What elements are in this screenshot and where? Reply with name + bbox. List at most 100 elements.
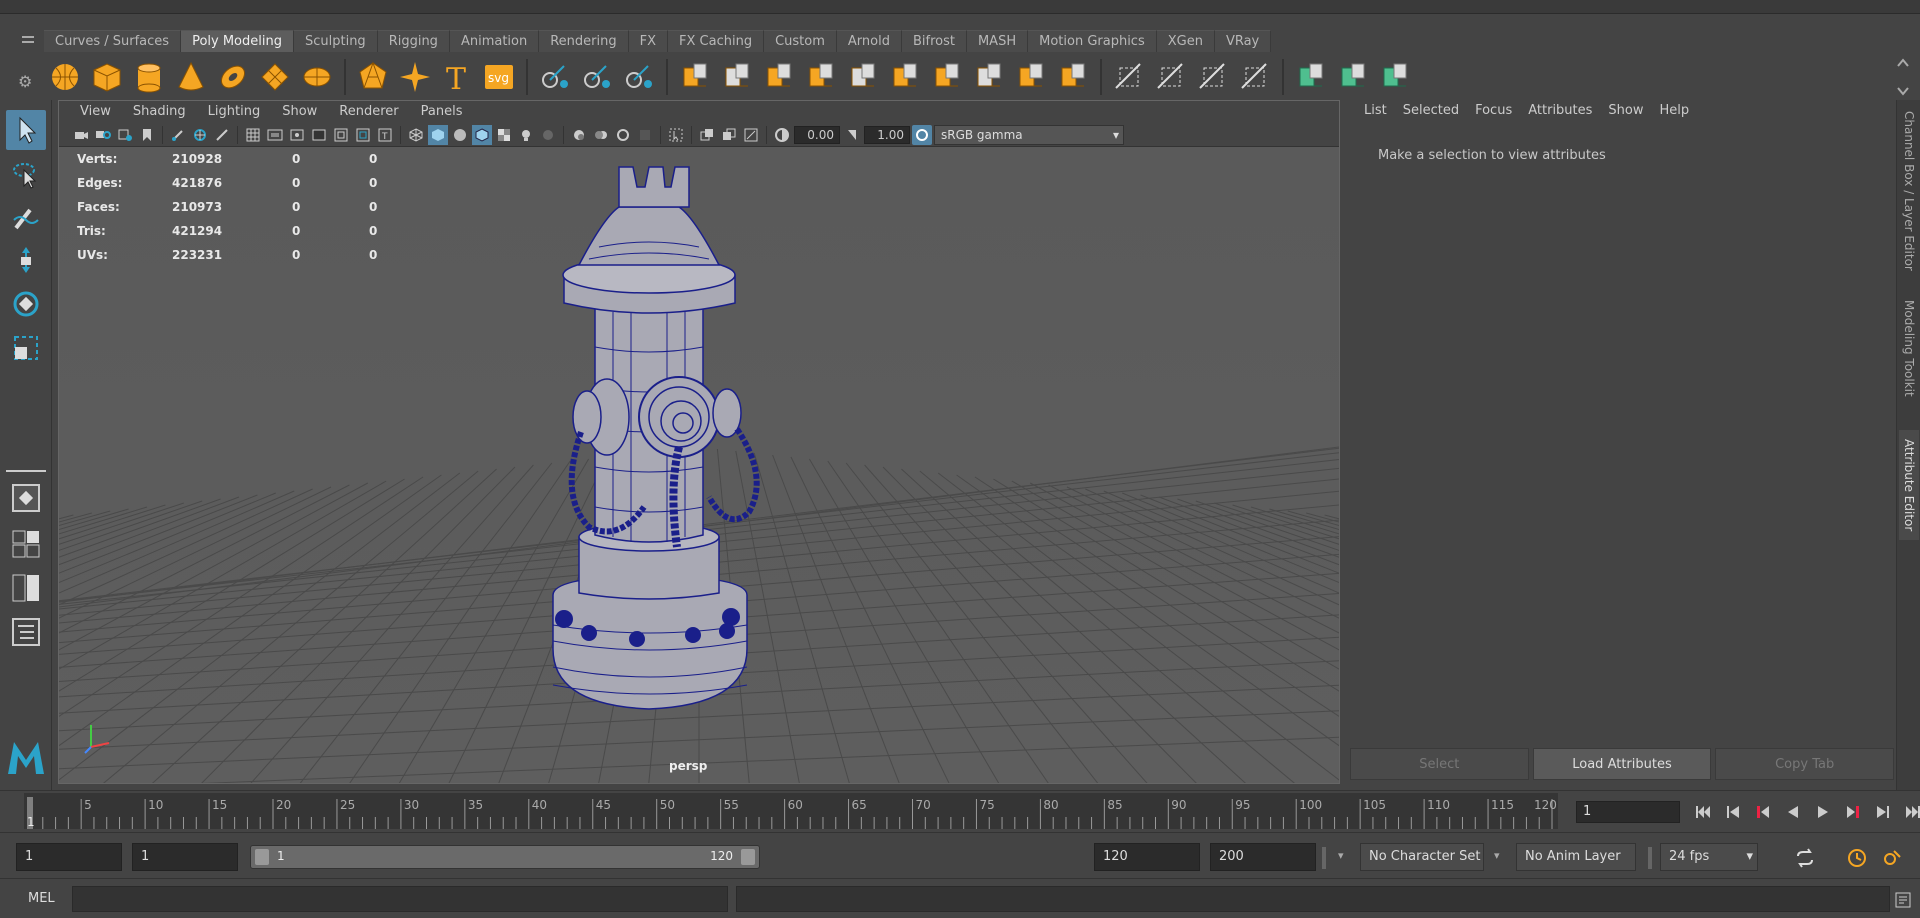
xray-active-components-icon[interactable] <box>719 125 739 145</box>
go-to-start-icon[interactable] <box>1690 799 1716 825</box>
rotate-tool-icon[interactable] <box>6 284 46 324</box>
single-pane-layout-icon[interactable] <box>6 478 46 518</box>
play-backwards-icon[interactable] <box>1780 799 1806 825</box>
shelf-tab[interactable]: XGen <box>1156 30 1215 52</box>
shelf-gear-icon[interactable]: ⚙ <box>18 72 38 92</box>
uv-editor-icon[interactable] <box>1374 56 1416 98</box>
image-plane-icon[interactable] <box>137 125 157 145</box>
depth-of-field-icon[interactable] <box>635 125 655 145</box>
two-pane-layout-icon[interactable] <box>6 568 46 608</box>
viewport-menu-item[interactable]: Panels <box>410 101 474 123</box>
viewport-menu-item[interactable]: View <box>69 101 122 123</box>
poly-plane-icon[interactable] <box>254 56 296 98</box>
grease-pencil-icon[interactable] <box>168 125 188 145</box>
camera-attributes-icon[interactable] <box>93 125 113 145</box>
film-gate-icon[interactable] <box>265 125 285 145</box>
multi-cut-icon[interactable] <box>1150 56 1192 98</box>
attribute-editor-menu-item[interactable]: Show <box>1600 100 1651 122</box>
shelf-tab[interactable]: VRay <box>1214 30 1272 52</box>
shelf-tab[interactable]: Animation <box>449 30 540 52</box>
shelf-tab[interactable]: Custom <box>764 30 837 52</box>
four-pane-layout-icon[interactable] <box>6 524 46 564</box>
booleans-icon[interactable] <box>674 56 716 98</box>
shelf-tab[interactable]: Rigging <box>377 30 450 52</box>
scale-tool-icon[interactable] <box>6 328 46 368</box>
smooth-icon[interactable] <box>618 56 660 98</box>
shadows-icon[interactable] <box>538 125 558 145</box>
append-icon[interactable] <box>968 56 1010 98</box>
timeline-track[interactable]: 5 10 15 20 25 30 35 40 45 50 55 60 65 70 75 80 85 90 95 100… <box>24 793 1558 829</box>
separate-icon[interactable] <box>576 56 618 98</box>
step-forward-frame-icon[interactable] <box>1870 799 1896 825</box>
fill-hole-icon[interactable] <box>926 56 968 98</box>
bridge-icon[interactable] <box>800 56 842 98</box>
gate-mask-icon[interactable] <box>309 125 329 145</box>
xray-icon[interactable] <box>697 125 717 145</box>
shelf-menu-icon[interactable] <box>20 32 36 48</box>
color-space-select[interactable]: sRGB gamma ▾ <box>934 124 1124 145</box>
shelf-scroll-icon[interactable] <box>1892 54 1914 100</box>
poly-cone-icon[interactable] <box>170 56 212 98</box>
loop-icon[interactable] <box>1794 847 1816 869</box>
lasso-tool-icon[interactable] <box>6 154 46 194</box>
auto-key-icon[interactable] <box>1846 847 1868 869</box>
multisample-aa-icon[interactable] <box>613 125 633 145</box>
play-forwards-icon[interactable] <box>1810 799 1836 825</box>
select-button[interactable]: Select <box>1350 748 1529 780</box>
select-tool-icon[interactable] <box>6 110 46 150</box>
safe-action-icon[interactable] <box>353 125 373 145</box>
poke-icon[interactable] <box>1010 56 1052 98</box>
smooth-shade-icon[interactable] <box>428 124 448 145</box>
attribute-editor-menu-item[interactable]: List <box>1356 100 1395 122</box>
map-uv-icon[interactable] <box>1290 56 1332 98</box>
extrude-icon[interactable] <box>842 56 884 98</box>
side-tab[interactable]: Channel Box / Layer Editor <box>1899 106 1919 276</box>
go-to-end-icon[interactable] <box>1900 799 1920 825</box>
scene-end-field[interactable]: 200 <box>1210 843 1316 871</box>
range-end-handle[interactable] <box>741 849 755 865</box>
shelf-tab[interactable]: FX <box>628 30 669 52</box>
safe-title-icon[interactable]: T <box>375 125 395 145</box>
shelf-tab[interactable]: Rendering <box>539 30 629 52</box>
side-tab[interactable]: Modeling Toolkit <box>1899 298 1919 398</box>
platonic-solid-icon[interactable] <box>352 56 394 98</box>
outliner-layout-icon[interactable] <box>6 612 46 652</box>
wireframe-icon[interactable] <box>406 125 426 145</box>
ambient-occlusion-icon[interactable] <box>569 125 589 145</box>
snap-uv-icon[interactable] <box>1234 56 1276 98</box>
character-set-select[interactable]: No Character Set <box>1360 843 1484 871</box>
poly-cylinder-icon[interactable] <box>128 56 170 98</box>
shelf-tab[interactable]: Motion Graphics <box>1028 30 1157 52</box>
motion-blur-icon[interactable] <box>591 125 611 145</box>
xray-joints-icon[interactable] <box>741 125 761 145</box>
default-material-icon[interactable] <box>450 125 470 145</box>
step-back-frame-icon[interactable] <box>1720 799 1746 825</box>
load-attributes-button[interactable]: Load Attributes <box>1532 748 1712 780</box>
mirror-icon[interactable] <box>758 56 800 98</box>
animation-preferences-icon[interactable] <box>1882 847 1904 869</box>
shelf-tab[interactable]: Curves / Surfaces <box>44 30 182 52</box>
mel-label[interactable]: MEL <box>28 891 55 906</box>
playback-start-field[interactable]: 1 <box>132 843 238 871</box>
anim-layer-chevron-icon[interactable]: ▾ <box>1494 849 1500 862</box>
insert-edge-loop-icon[interactable] <box>1108 56 1150 98</box>
side-tab[interactable]: Attribute Editor <box>1899 430 1919 540</box>
super-shape-icon[interactable] <box>394 56 436 98</box>
poly-sphere-icon[interactable] <box>44 56 86 98</box>
mel-command-input[interactable] <box>72 886 728 912</box>
attribute-editor-menu-item[interactable]: Help <box>1652 100 1698 122</box>
viewport-menu-item[interactable]: Shading <box>122 101 197 123</box>
shelf-tab[interactable]: FX Caching <box>668 30 765 52</box>
field-chart-icon[interactable] <box>331 125 351 145</box>
combine-icon[interactable] <box>534 56 576 98</box>
gamma-field[interactable]: 1.00 <box>864 125 910 144</box>
poly-cube-icon[interactable] <box>86 56 128 98</box>
move-tool-icon[interactable] <box>6 240 46 280</box>
grid-icon[interactable] <box>243 125 263 145</box>
svg-icon[interactable]: svg <box>478 56 520 98</box>
shelf-tab[interactable]: Bifrost <box>901 30 967 52</box>
copy-tab-button[interactable]: Copy Tab <box>1715 748 1895 780</box>
bevel-icon[interactable] <box>884 56 926 98</box>
type-text-icon[interactable]: T <box>436 56 478 98</box>
viewport-menu-item[interactable]: Renderer <box>328 101 409 123</box>
